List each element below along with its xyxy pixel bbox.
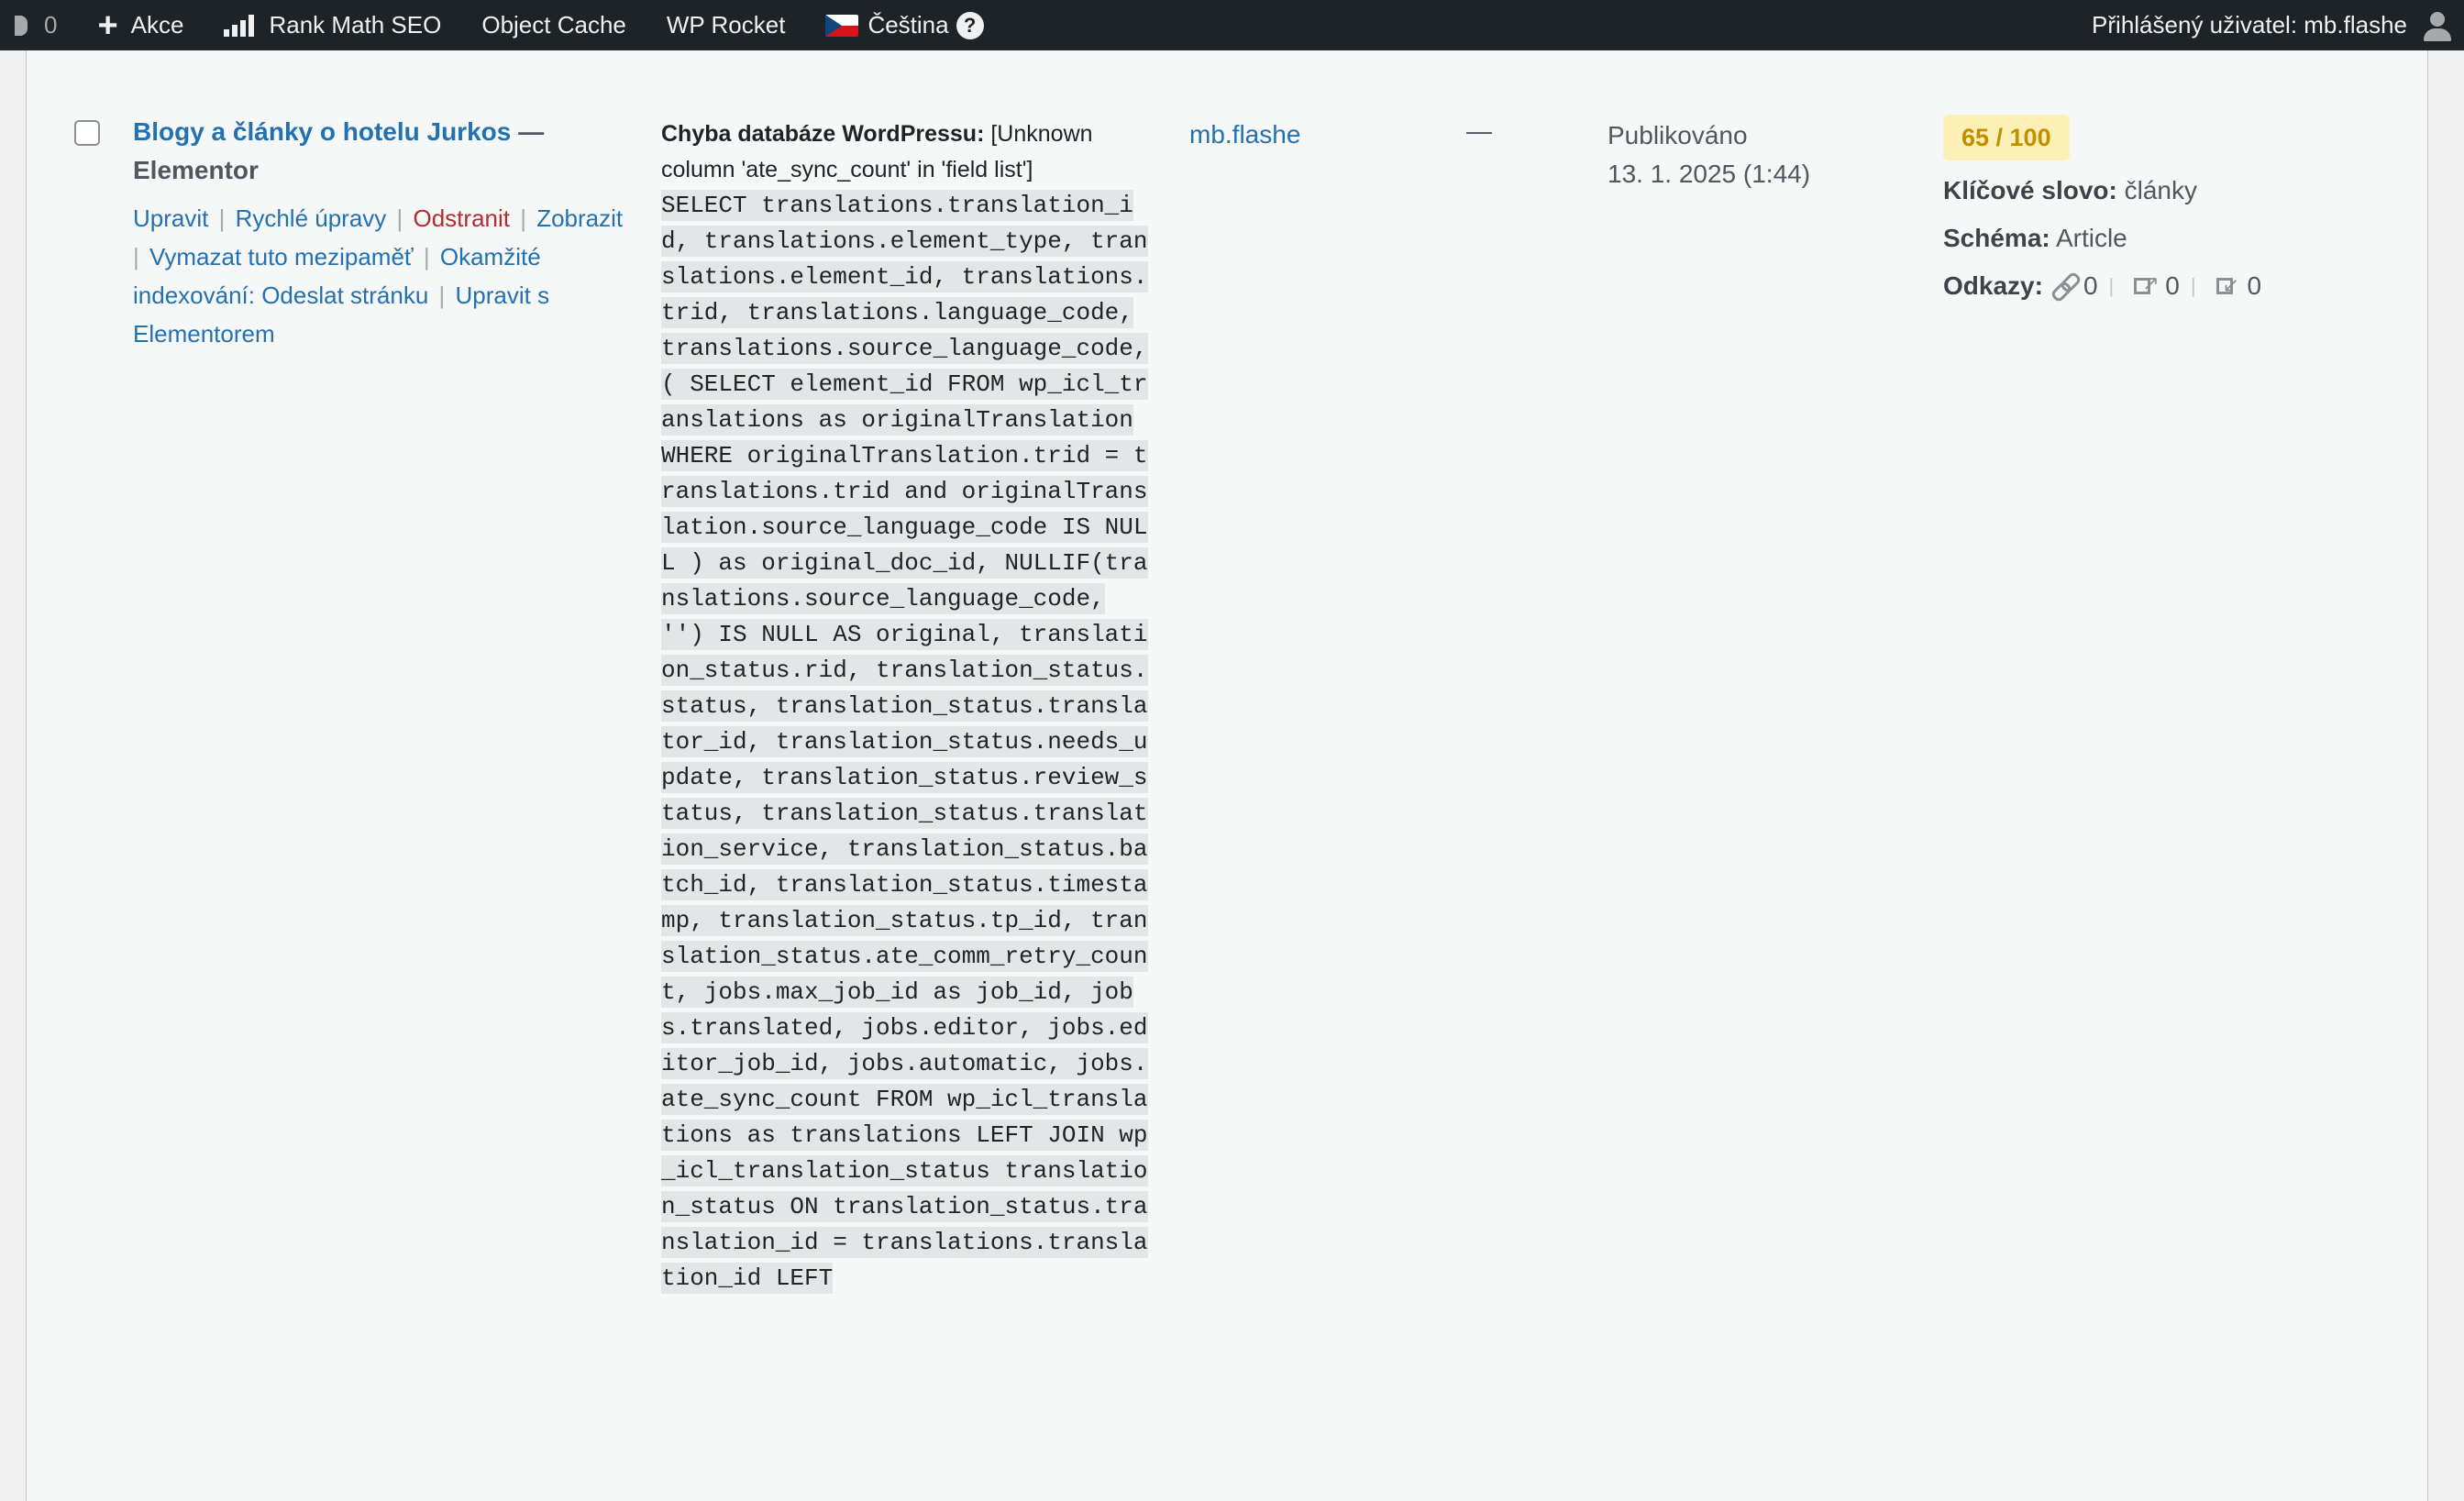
edit-link[interactable]: Upravit (133, 204, 208, 232)
focus-keyword-label: Klíčové slovo: (1943, 176, 2117, 204)
incoming-link-icon (2215, 268, 2239, 303)
link-icon (2052, 274, 2076, 298)
schema-value: Article (2055, 224, 2127, 252)
author-column: mb.flashe (1189, 116, 1300, 153)
quick-edit-link[interactable]: Rychlé úpravy (236, 204, 387, 232)
language-label: Čeština (867, 11, 949, 39)
db-error-notice: Chyba databáze WordPressu: [Unknown colu… (661, 116, 1156, 1297)
comments-menu[interactable]: 0 (0, 0, 77, 50)
help-icon[interactable]: ? (956, 11, 984, 39)
user-account-menu[interactable]: Přihlášený uživatel: mb.flashe (2092, 0, 2453, 50)
links-label: Odkazy: (1943, 271, 2043, 300)
focus-keyword-value: články (2124, 176, 2197, 204)
posts-table: Blogy a články o hotelu Jurkos — Element… (26, 50, 2428, 1501)
title-column: Blogy a články o hotelu Jurkos — Element… (133, 113, 628, 353)
comments-column: — (1466, 116, 1492, 145)
user-avatar-icon (2422, 10, 2453, 41)
db-error-label: Chyba databáze WordPressu: (661, 121, 985, 147)
publish-date: 13. 1. 2025 (1:44) (1608, 160, 1811, 188)
internal-links-count: 0 (2083, 271, 2098, 300)
czech-flag-icon (825, 14, 859, 37)
sql-query: SELECT translations.translation_id, tran… (661, 188, 1156, 1297)
external-links-count: 0 (2165, 271, 2180, 300)
object-cache-label: Object Cache (481, 11, 626, 39)
seo-score-badge: 65 / 100 (1943, 115, 2070, 160)
language-switcher[interactable]: Čeština ? (805, 0, 1003, 50)
clear-cache-link[interactable]: Vymazat tuto mezipaměť (149, 243, 414, 270)
comments-count: 0 (44, 11, 58, 39)
post-title: Blogy a články o hotelu Jurkos — Element… (133, 113, 628, 190)
row-actions: Upravit | Rychlé úpravy | Odstranit | Zo… (133, 204, 624, 348)
post-state: Elementor (133, 156, 259, 184)
incoming-links-count: 0 (2247, 271, 2262, 300)
external-link-icon (2134, 266, 2160, 301)
schema-label: Schéma: (1943, 224, 2050, 252)
comment-bubble-icon (15, 15, 28, 36)
links-info: Odkazy: 0 | 0 | 0 (1943, 266, 2262, 304)
schema-info: Schéma: Article (1943, 221, 2261, 256)
new-content-label: Akce (130, 11, 184, 39)
plus-icon: + (97, 6, 118, 45)
rankmath-chart-icon (224, 14, 255, 37)
view-link[interactable]: Zobrazit (536, 204, 623, 232)
sql-query-text: SELECT translations.translation_id, tran… (661, 190, 1148, 1294)
wp-rocket-label: WP Rocket (666, 11, 786, 39)
object-cache-menu[interactable]: Object Cache (461, 0, 646, 50)
user-greeting: Přihlášený uživatel: mb.flashe (2092, 11, 2407, 39)
wp-rocket-menu[interactable]: WP Rocket (646, 0, 806, 50)
focus-keyword: Klíčové slovo: články (1943, 173, 2261, 208)
publish-status: Publikováno (1608, 121, 1748, 149)
rankmath-label: Rank Math SEO (269, 11, 442, 39)
delete-link[interactable]: Odstranit (414, 204, 511, 232)
author-link[interactable]: mb.flashe (1189, 120, 1300, 149)
admin-bar: 0 + Akce Rank Math SEO Object Cache WP R… (0, 0, 2464, 50)
date-column: Publikováno 13. 1. 2025 (1:44) (1608, 116, 1810, 193)
seo-details-column: 65 / 100 Klíčové slovo: články Schéma: A… (1943, 115, 2261, 304)
new-content-menu[interactable]: + Akce (77, 0, 204, 50)
row-select-checkbox[interactable] (74, 120, 100, 146)
post-title-link[interactable]: Blogy a články o hotelu Jurkos (133, 117, 511, 146)
title-dash: — (518, 117, 545, 146)
rankmath-menu[interactable]: Rank Math SEO (204, 0, 461, 50)
